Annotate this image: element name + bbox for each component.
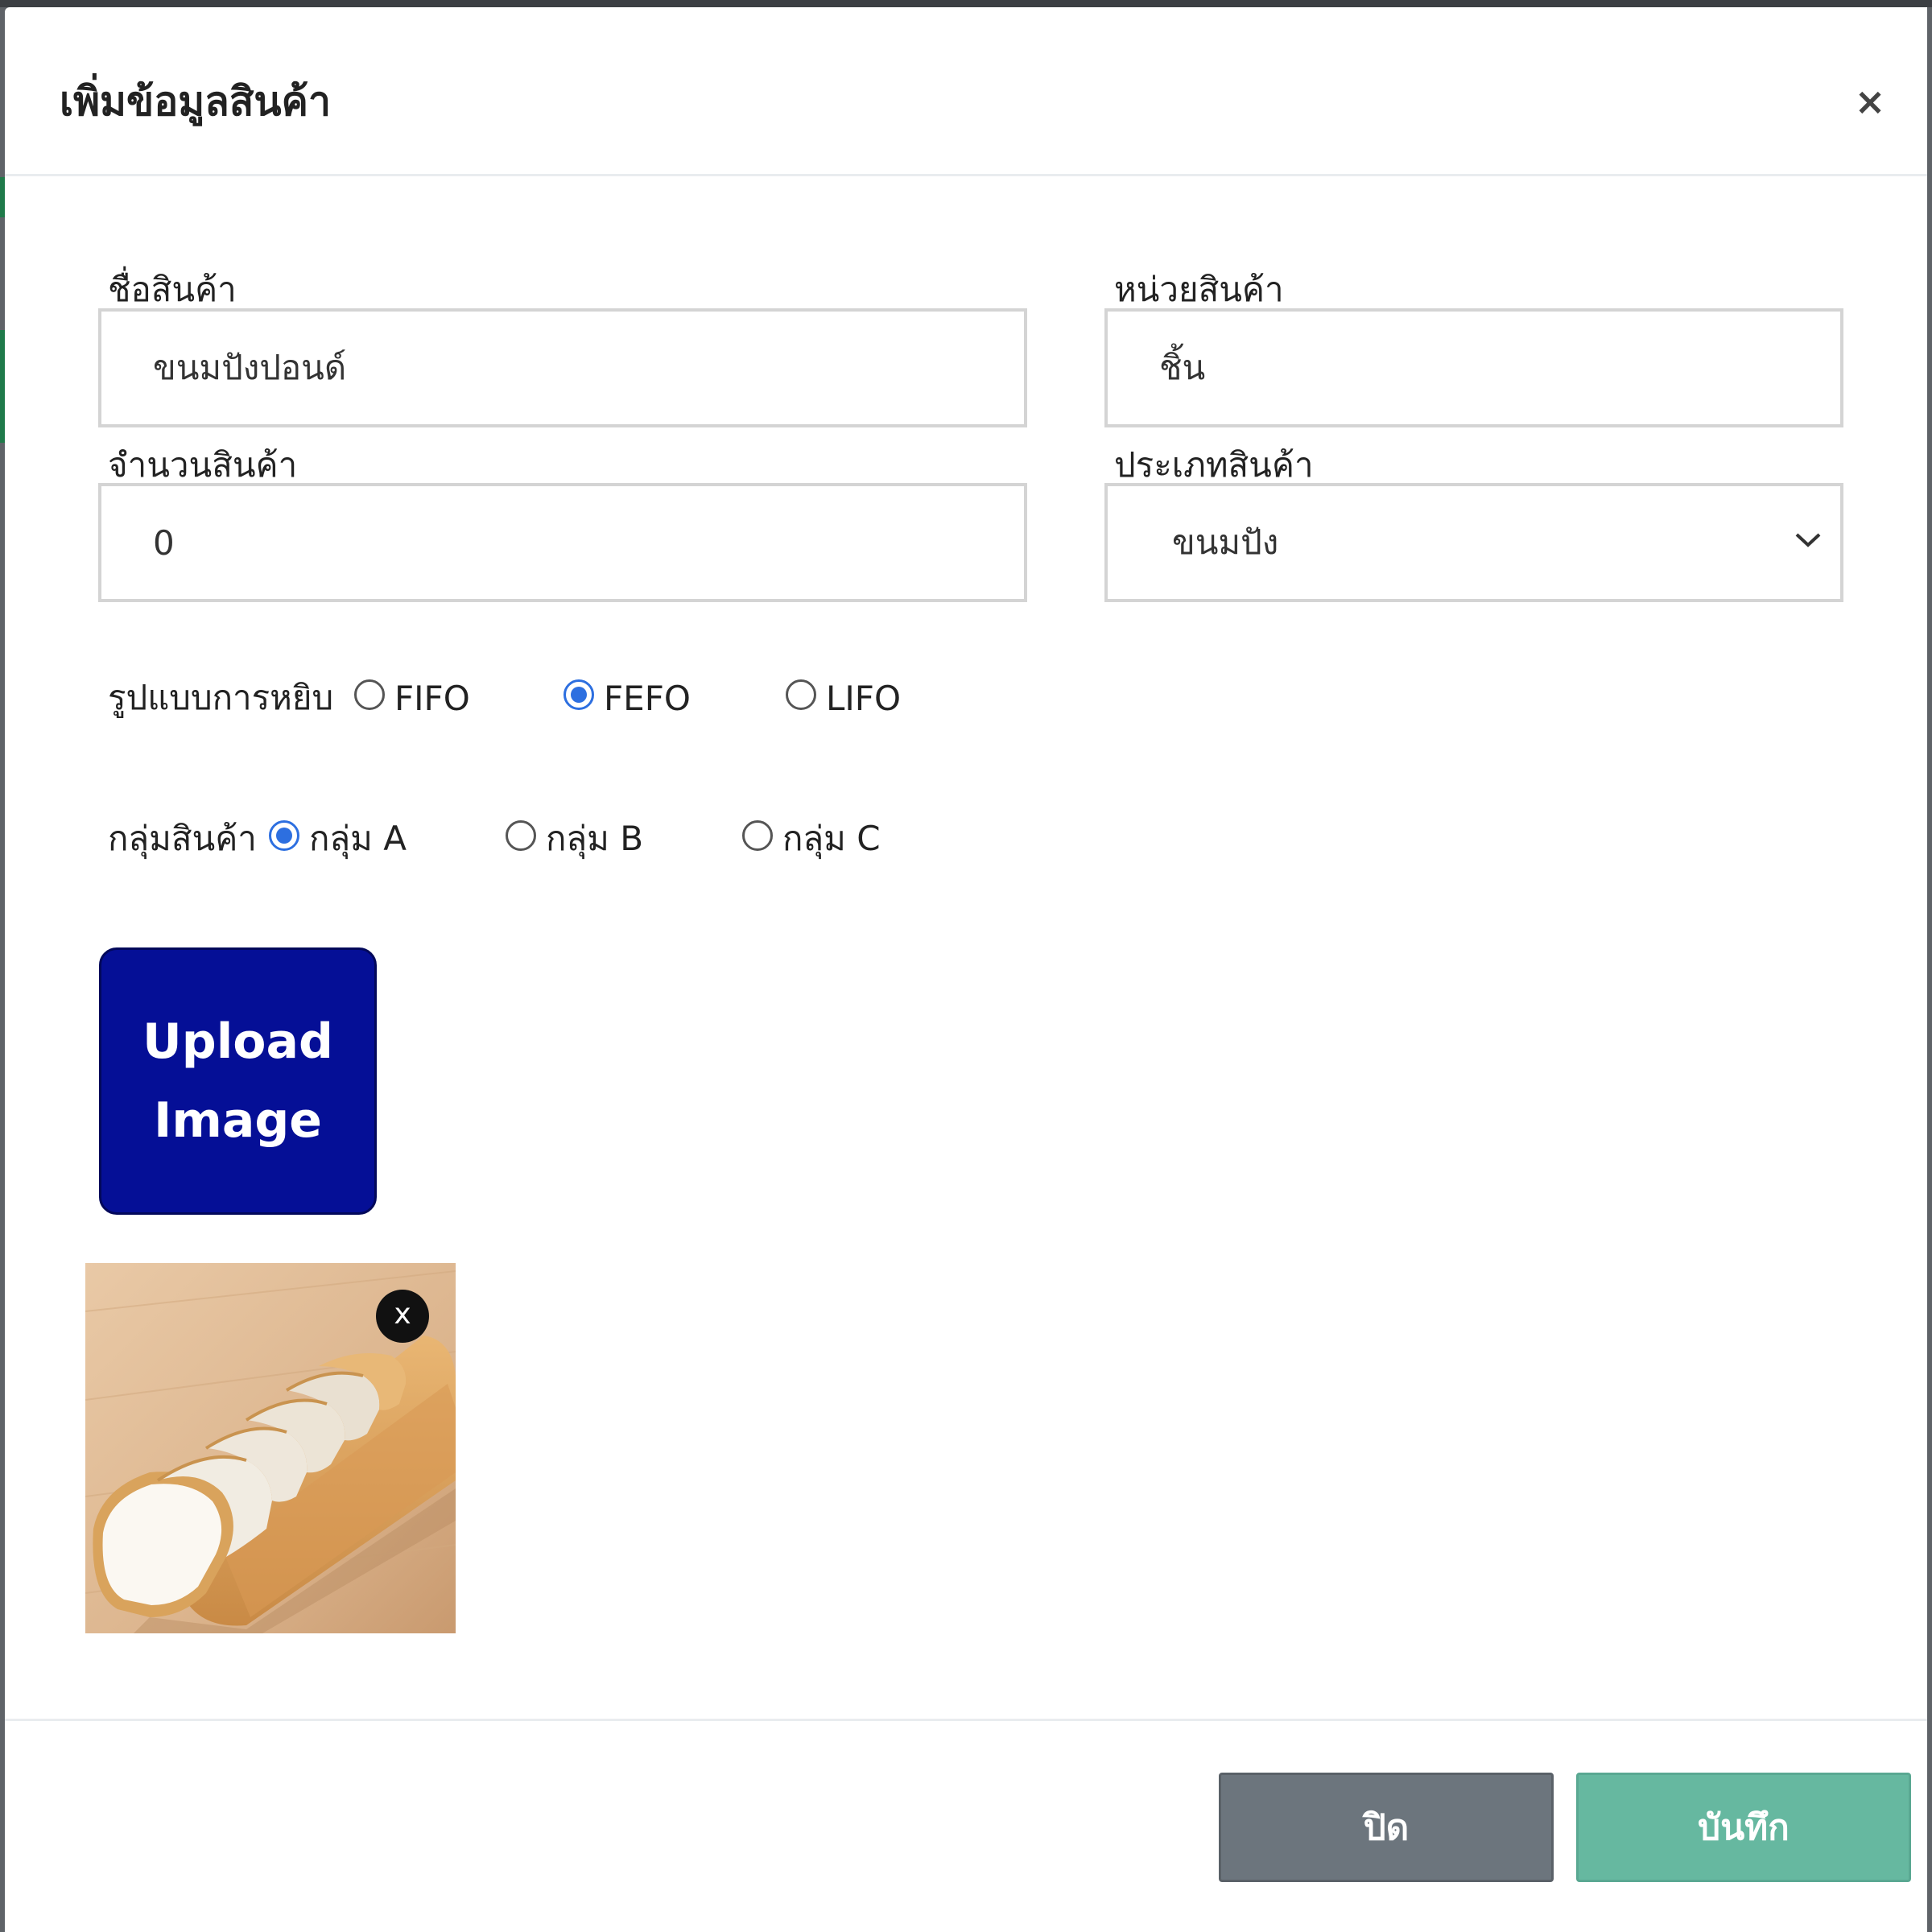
- radio-button-checked[interactable]: [564, 679, 594, 710]
- radio-lifo[interactable]: LIFO: [786, 666, 901, 730]
- radio-fefo[interactable]: FEFO: [564, 666, 691, 730]
- radio-fefo-label: FEFO: [604, 678, 691, 718]
- radio-button[interactable]: [786, 679, 816, 710]
- radio-group-c[interactable]: กลุ่ม C: [742, 807, 881, 871]
- picking-method-group: รูปแบบการหยิบ FIFO FEFO LIFO: [108, 666, 993, 730]
- radio-button-checked[interactable]: [269, 820, 299, 851]
- add-product-modal: เพิ่มข้อมูลสินค้า × ชื่อสินค้า ขนมปังปอน…: [5, 7, 1927, 1932]
- modal-footer: ปิด บันทึก: [5, 1719, 1927, 1932]
- radio-fifo-label: FIFO: [394, 678, 470, 718]
- save-button[interactable]: บันทึก: [1576, 1773, 1911, 1882]
- image-preview: x: [85, 1263, 456, 1633]
- upload-image-button[interactable]: Upload Image: [99, 947, 377, 1215]
- radio-lifo-label: LIFO: [826, 678, 902, 718]
- radio-group-a-label: กลุ่ม A: [309, 819, 407, 858]
- radio-group-b[interactable]: กลุ่ม B: [506, 807, 643, 871]
- close-icon[interactable]: ×: [1850, 81, 1890, 122]
- remove-image-button[interactable]: x: [376, 1290, 429, 1343]
- upload-button-line2: Image: [154, 1092, 322, 1149]
- radio-group-c-label: กลุ่ม C: [782, 819, 881, 858]
- product-name-value: ขนมปังปอนด์: [153, 348, 347, 387]
- product-group-group: กลุ่มสินค้า กลุ่ม A กลุ่ม B กลุ่ม C: [108, 807, 993, 871]
- modal-header: เพิ่มข้อมูลสินค้า ×: [5, 7, 1927, 176]
- product-quantity-value: 0: [153, 522, 175, 563]
- radio-group-b-label: กลุ่ม B: [546, 819, 644, 858]
- product-unit-input[interactable]: ชิ้น: [1104, 308, 1843, 427]
- close-button[interactable]: ปิด: [1219, 1773, 1554, 1882]
- radio-button[interactable]: [506, 820, 536, 851]
- radio-group-a[interactable]: กลุ่ม A: [269, 807, 407, 871]
- radio-fifo[interactable]: FIFO: [354, 666, 470, 730]
- chevron-down-icon: [1795, 533, 1821, 547]
- product-type-selected: ขนมปัง: [1172, 522, 1279, 562]
- product-name-input[interactable]: ขนมปังปอนด์: [98, 308, 1027, 427]
- backdrop-top-strip: [0, 0, 1932, 7]
- product-type-select[interactable]: ขนมปัง: [1104, 483, 1843, 602]
- radio-button[interactable]: [742, 820, 773, 851]
- picking-method-label: รูปแบบการหยิบ: [108, 678, 334, 717]
- product-unit-value: ชิ้น: [1159, 348, 1206, 387]
- product-group-label: กลุ่มสินค้า: [108, 819, 257, 858]
- product-quantity-input[interactable]: 0: [98, 483, 1027, 602]
- modal-title: เพิ่มข้อมูลสินค้า: [60, 78, 332, 125]
- upload-button-line1: Upload: [142, 1013, 333, 1070]
- radio-button[interactable]: [354, 679, 385, 710]
